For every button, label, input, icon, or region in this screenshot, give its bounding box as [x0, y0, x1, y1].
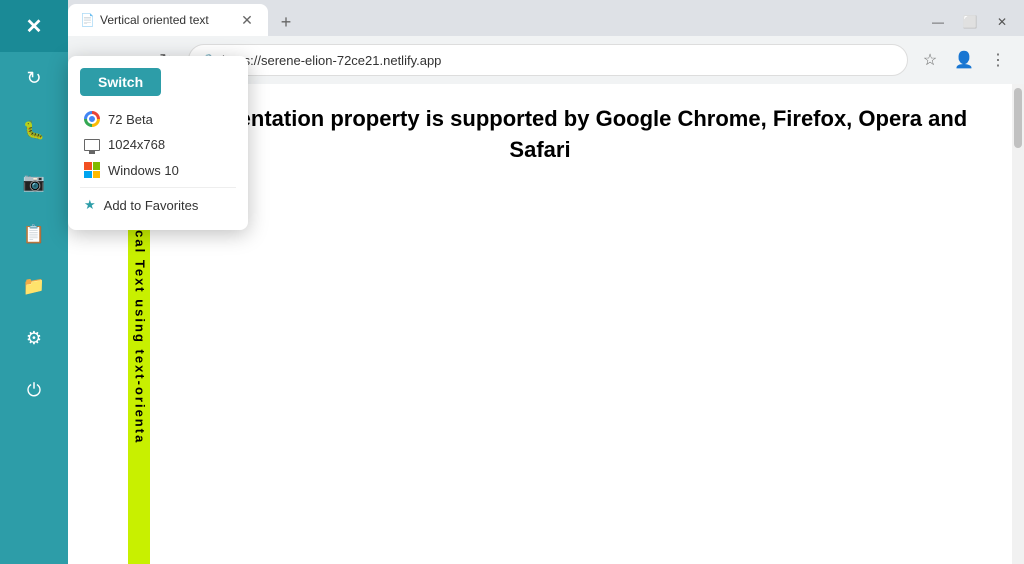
clipboard-button[interactable]: 📋 [0, 208, 68, 260]
power-icon: ⏻ [27, 380, 41, 401]
maximize-button[interactable]: ⬜ [956, 8, 984, 36]
bug-icon: 🐛 [23, 120, 45, 141]
folder-icon: 📁 [23, 276, 45, 297]
camera-icon: 📷 [23, 172, 45, 193]
vertical-text-box: Vertical Text using text-orienta [128, 186, 150, 564]
chrome-icon [84, 111, 100, 127]
sidebar: ✕ ↻ 🐛 📷 📋 📁 ⚙ ⏻ [0, 0, 68, 564]
minimize-button[interactable]: — [924, 8, 952, 36]
popup-divider [80, 187, 236, 188]
url-text: https://serene-elion-72ce21.netlify.app [222, 53, 895, 68]
gear-icon: ⚙ [26, 328, 42, 349]
url-bar[interactable]: 🔒 https://serene-elion-72ce21.netlify.ap… [188, 44, 908, 76]
popup-resolution-item[interactable]: 1024x768 [80, 132, 236, 157]
os-label: Windows 10 [108, 163, 179, 178]
close-button[interactable]: ✕ [0, 0, 68, 52]
switch-button[interactable]: Switch [80, 68, 161, 96]
vertical-text-demo: Vertical Text using text-orienta [108, 186, 972, 564]
new-tab-button[interactable]: + [272, 8, 300, 36]
popup-os-item[interactable]: Windows 10 [80, 157, 236, 183]
settings-button[interactable]: ⚙ [0, 312, 68, 364]
window-controls: — ⬜ ✕ [924, 8, 1024, 36]
tab-title: Vertical oriented text [100, 13, 232, 27]
close-icon: ✕ [26, 14, 43, 39]
window-close-button[interactable]: ✕ [988, 8, 1016, 36]
scrollbar[interactable] [1012, 84, 1024, 564]
star-icon: ★ [84, 197, 96, 213]
popup-favorites-item[interactable]: ★ Add to Favorites [80, 192, 236, 218]
star-button[interactable]: ☆ [916, 46, 944, 74]
folder-button[interactable]: 📁 [0, 260, 68, 312]
scrollbar-thumb[interactable] [1014, 88, 1022, 148]
tab-bar: 📄 Vertical oriented text ✕ + — ⬜ ✕ [68, 0, 1024, 36]
clipboard-icon: 📋 [23, 224, 45, 245]
popup-chrome-item[interactable]: 72 Beta [80, 106, 236, 132]
power-button[interactable]: ⏻ [0, 364, 68, 416]
profile-button[interactable]: 👤 [950, 46, 978, 74]
active-tab[interactable]: 📄 Vertical oriented text ✕ [68, 4, 268, 36]
chrome-version-label: 72 Beta [108, 112, 153, 127]
monitor-icon [84, 139, 100, 151]
tab-close-button[interactable]: ✕ [238, 11, 256, 29]
address-bar-actions: ☆ 👤 ⋮ [916, 46, 1012, 74]
add-favorites-label: Add to Favorites [104, 198, 199, 213]
debug-button[interactable]: 🐛 [0, 104, 68, 156]
refresh-icon: ↻ [26, 68, 41, 89]
windows-icon [84, 162, 100, 178]
resolution-label: 1024x768 [108, 137, 165, 152]
refresh-button[interactable]: ↻ [0, 52, 68, 104]
popup-menu: Switch 72 Beta 1024x768 Windows 10 ★ Add… [68, 56, 248, 230]
tab-favicon: 📄 [80, 13, 94, 27]
menu-button[interactable]: ⋮ [984, 46, 1012, 74]
camera-button[interactable]: 📷 [0, 156, 68, 208]
